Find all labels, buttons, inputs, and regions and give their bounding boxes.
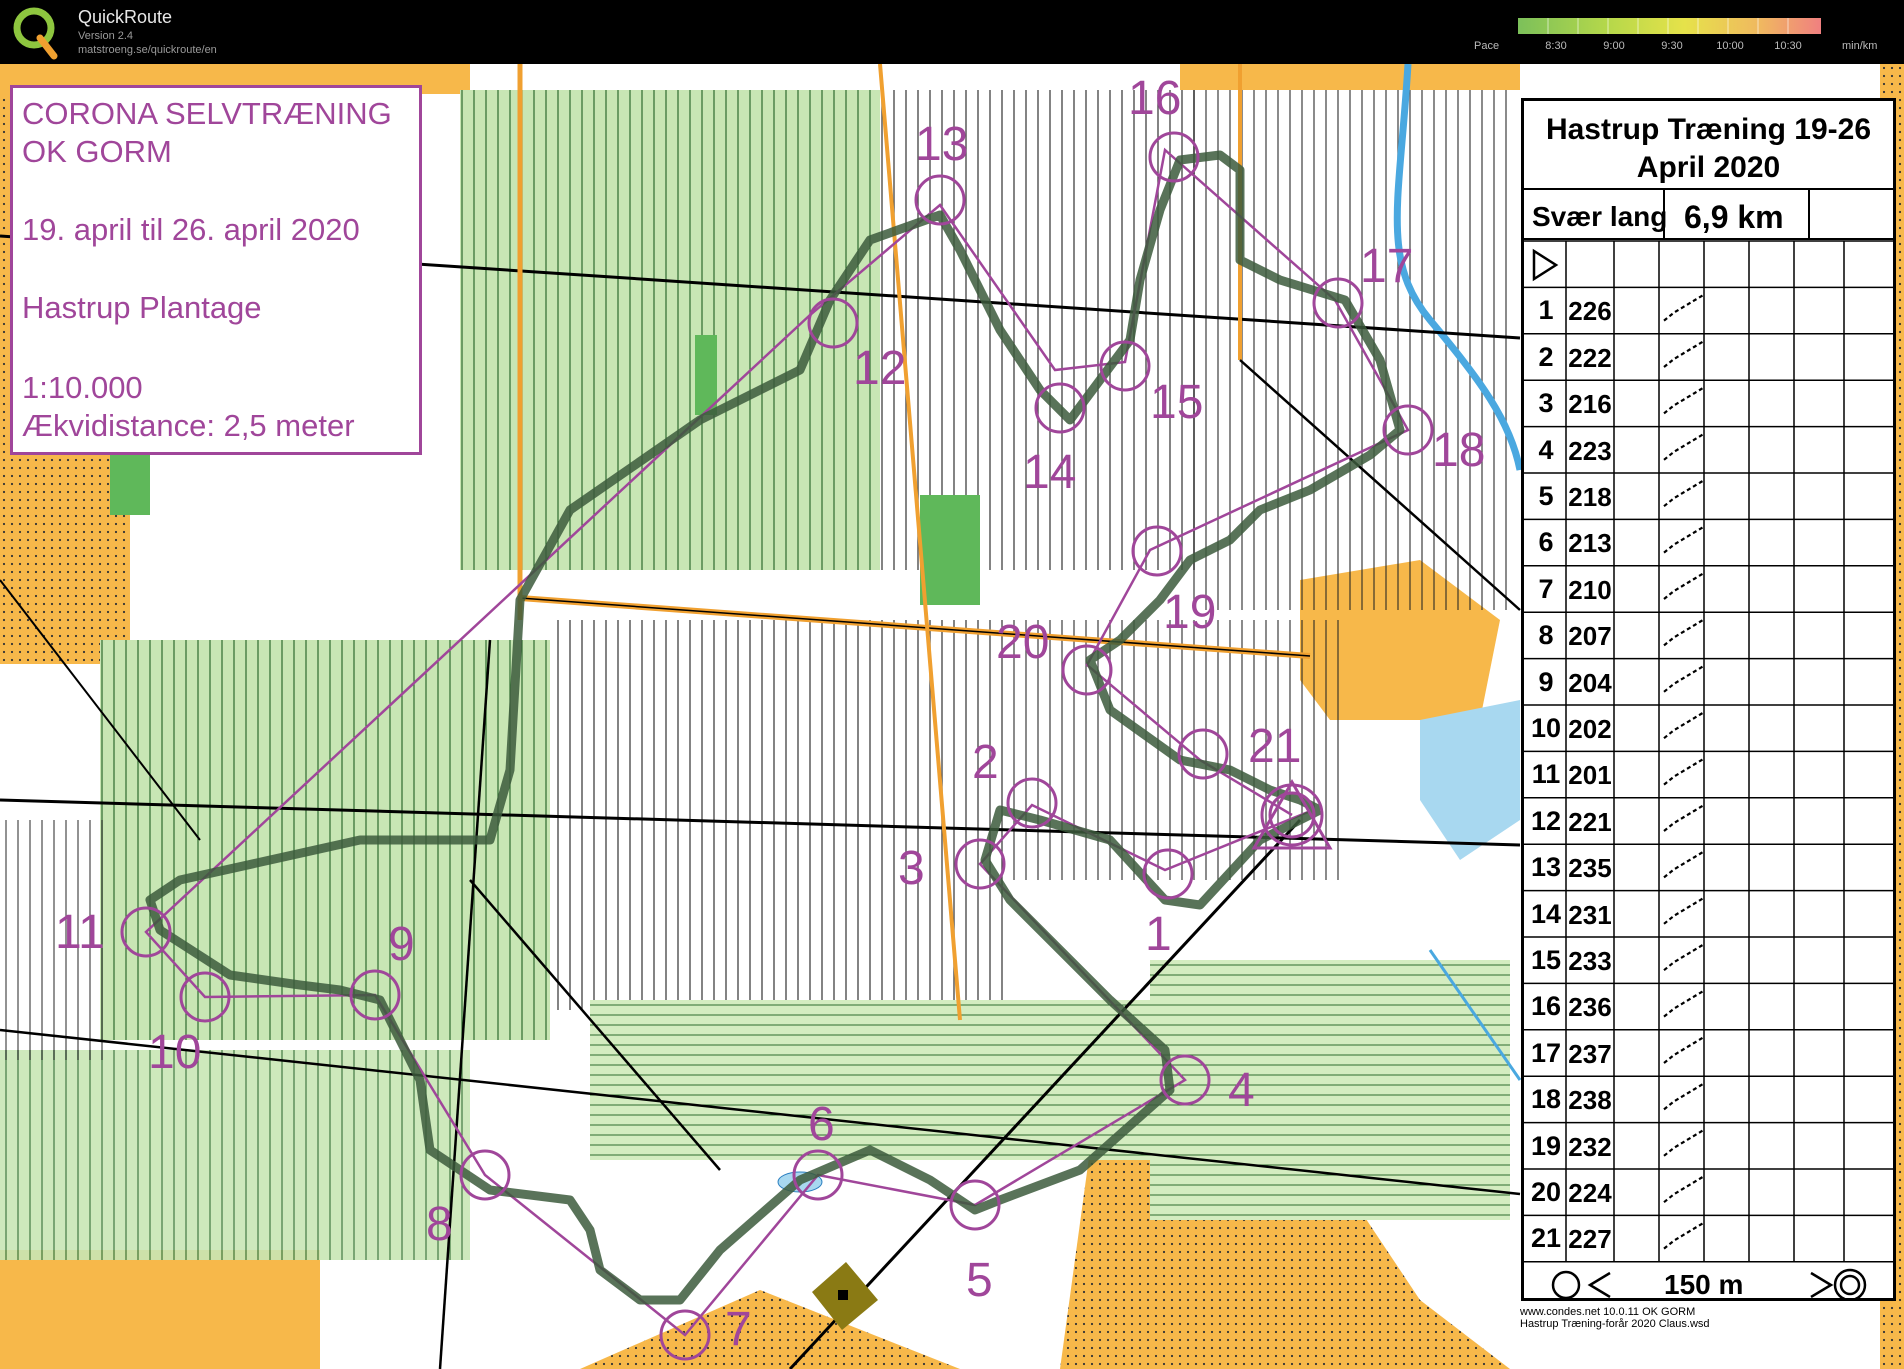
cd-control-number: 1 — [1538, 295, 1554, 326]
control-label: 21 — [1248, 720, 1301, 773]
pace-tick: 9:30 — [1661, 40, 1683, 52]
info-scale: 1:10.000 — [22, 370, 143, 405]
cd-control-code: 207 — [1568, 621, 1612, 652]
control-label: 7 — [725, 1303, 752, 1356]
app-url: matstroeng.se/quickroute/en — [78, 44, 217, 56]
control-label: 8 — [426, 1198, 453, 1251]
quickroute-logo-icon — [13, 7, 58, 60]
control-label: 10 — [148, 1026, 201, 1079]
app-version: Version 2.4 — [78, 30, 134, 42]
control-label: 1 — [1145, 908, 1172, 961]
cd-footer-distance: 150 m — [1664, 1269, 1744, 1300]
pace-unit: min/km — [1842, 40, 1878, 52]
info-title: CORONA SELVTRÆNING — [22, 96, 392, 131]
control-label: 4 — [1228, 1064, 1255, 1117]
pace-tick: 9:00 — [1603, 40, 1625, 52]
cd-control-number: 15 — [1530, 945, 1562, 975]
control-label: 15 — [1150, 376, 1203, 429]
cd-control-code: 210 — [1568, 574, 1612, 605]
info-location: Hastrup Plantage — [22, 290, 262, 325]
app-title: QuickRoute — [78, 7, 173, 27]
map-file: Hastrup Træning-forår 2020 Claus.wsd — [1520, 1318, 1710, 1330]
control-label: 20 — [996, 616, 1049, 669]
cd-control-code: 223 — [1568, 435, 1612, 466]
cd-control-number: 13 — [1530, 852, 1562, 883]
control-label: 6 — [808, 1098, 835, 1151]
cd-control-code: 216 — [1568, 389, 1612, 420]
map-credit: www.condes.net 10.0.11 OK GORM — [1520, 1306, 1696, 1318]
cd-control-code: 232 — [1568, 1131, 1612, 1162]
cd-control-number: 7 — [1538, 573, 1554, 604]
cd-control-code: 237 — [1568, 1038, 1612, 1069]
control-label: 3 — [898, 842, 925, 895]
control-label: 2 — [972, 736, 999, 789]
cd-control-code: 233 — [1568, 946, 1612, 976]
cd-control-number: 14 — [1530, 898, 1562, 929]
cd-control-code: 213 — [1568, 528, 1612, 559]
cd-control-number: 9 — [1538, 666, 1554, 697]
cd-control-code: 227 — [1568, 1224, 1612, 1255]
cd-control-code: 235 — [1568, 853, 1612, 884]
control-label: 11 — [55, 906, 105, 959]
app-header: QuickRoute Version 2.4 matstroeng.se/qui… — [0, 0, 1904, 64]
info-contour: Ækvidistance: 2,5 meter — [22, 408, 355, 443]
pace-tick: 10:00 — [1716, 40, 1744, 52]
pace-tick: 10:30 — [1774, 40, 1802, 52]
cd-control-code: 218 — [1568, 482, 1612, 512]
info-box: CORONA SELVTRÆNING OK GORM 19. april til… — [10, 85, 422, 455]
cd-control-number: 12 — [1530, 805, 1562, 836]
cd-control-code: 236 — [1568, 992, 1612, 1023]
cd-control-code: 222 — [1568, 342, 1612, 373]
cd-control-number: 4 — [1538, 434, 1554, 465]
control-label: 18 — [1432, 424, 1485, 477]
pace-color-bar — [1518, 18, 1821, 34]
cd-control-code: 201 — [1568, 760, 1612, 791]
cd-control-number: 6 — [1538, 527, 1554, 558]
control-description-sheet: Hastrup Træning 19-26 April 2020 Svær la… — [1521, 98, 1896, 1301]
cd-control-number: 20 — [1530, 1177, 1562, 1207]
cd-control-code: 224 — [1568, 1178, 1612, 1208]
cd-control-number: 21 — [1530, 1223, 1562, 1254]
cd-control-code: 231 — [1568, 899, 1612, 930]
cd-control-code: 202 — [1568, 714, 1612, 744]
control-label: 13 — [915, 118, 968, 171]
pace-tick: 8:30 — [1545, 40, 1567, 52]
cd-grid — [1524, 188, 1893, 1298]
cd-control-number: 11 — [1531, 759, 1561, 790]
control-label: 12 — [853, 342, 906, 395]
control-label: 5 — [966, 1254, 993, 1307]
cd-control-code: 204 — [1568, 667, 1612, 698]
cd-control-number: 10 — [1530, 713, 1562, 743]
cd-control-number: 17 — [1530, 1037, 1562, 1068]
cd-control-number: 8 — [1538, 620, 1554, 651]
info-dates: 19. april til 26. april 2020 — [22, 212, 360, 247]
control-label: 19 — [1163, 586, 1216, 639]
pace-label: Pace — [1474, 40, 1500, 52]
control-label: 14 — [1023, 446, 1076, 499]
cd-control-code: 221 — [1568, 806, 1612, 837]
cd-control-number: 18 — [1530, 1084, 1562, 1115]
cd-control-code: 226 — [1568, 296, 1612, 327]
cd-control-number: 3 — [1538, 388, 1554, 419]
cd-control-number: 16 — [1530, 991, 1562, 1022]
cd-control-number: 2 — [1538, 341, 1554, 372]
cd-control-code: 238 — [1568, 1085, 1612, 1116]
info-club: OK GORM — [22, 134, 172, 169]
cd-control-number: 5 — [1538, 481, 1554, 511]
control-label: 16 — [1128, 72, 1181, 125]
control-label: 17 — [1360, 240, 1413, 293]
control-label: 9 — [388, 918, 415, 971]
cd-control-number: 19 — [1530, 1130, 1562, 1161]
